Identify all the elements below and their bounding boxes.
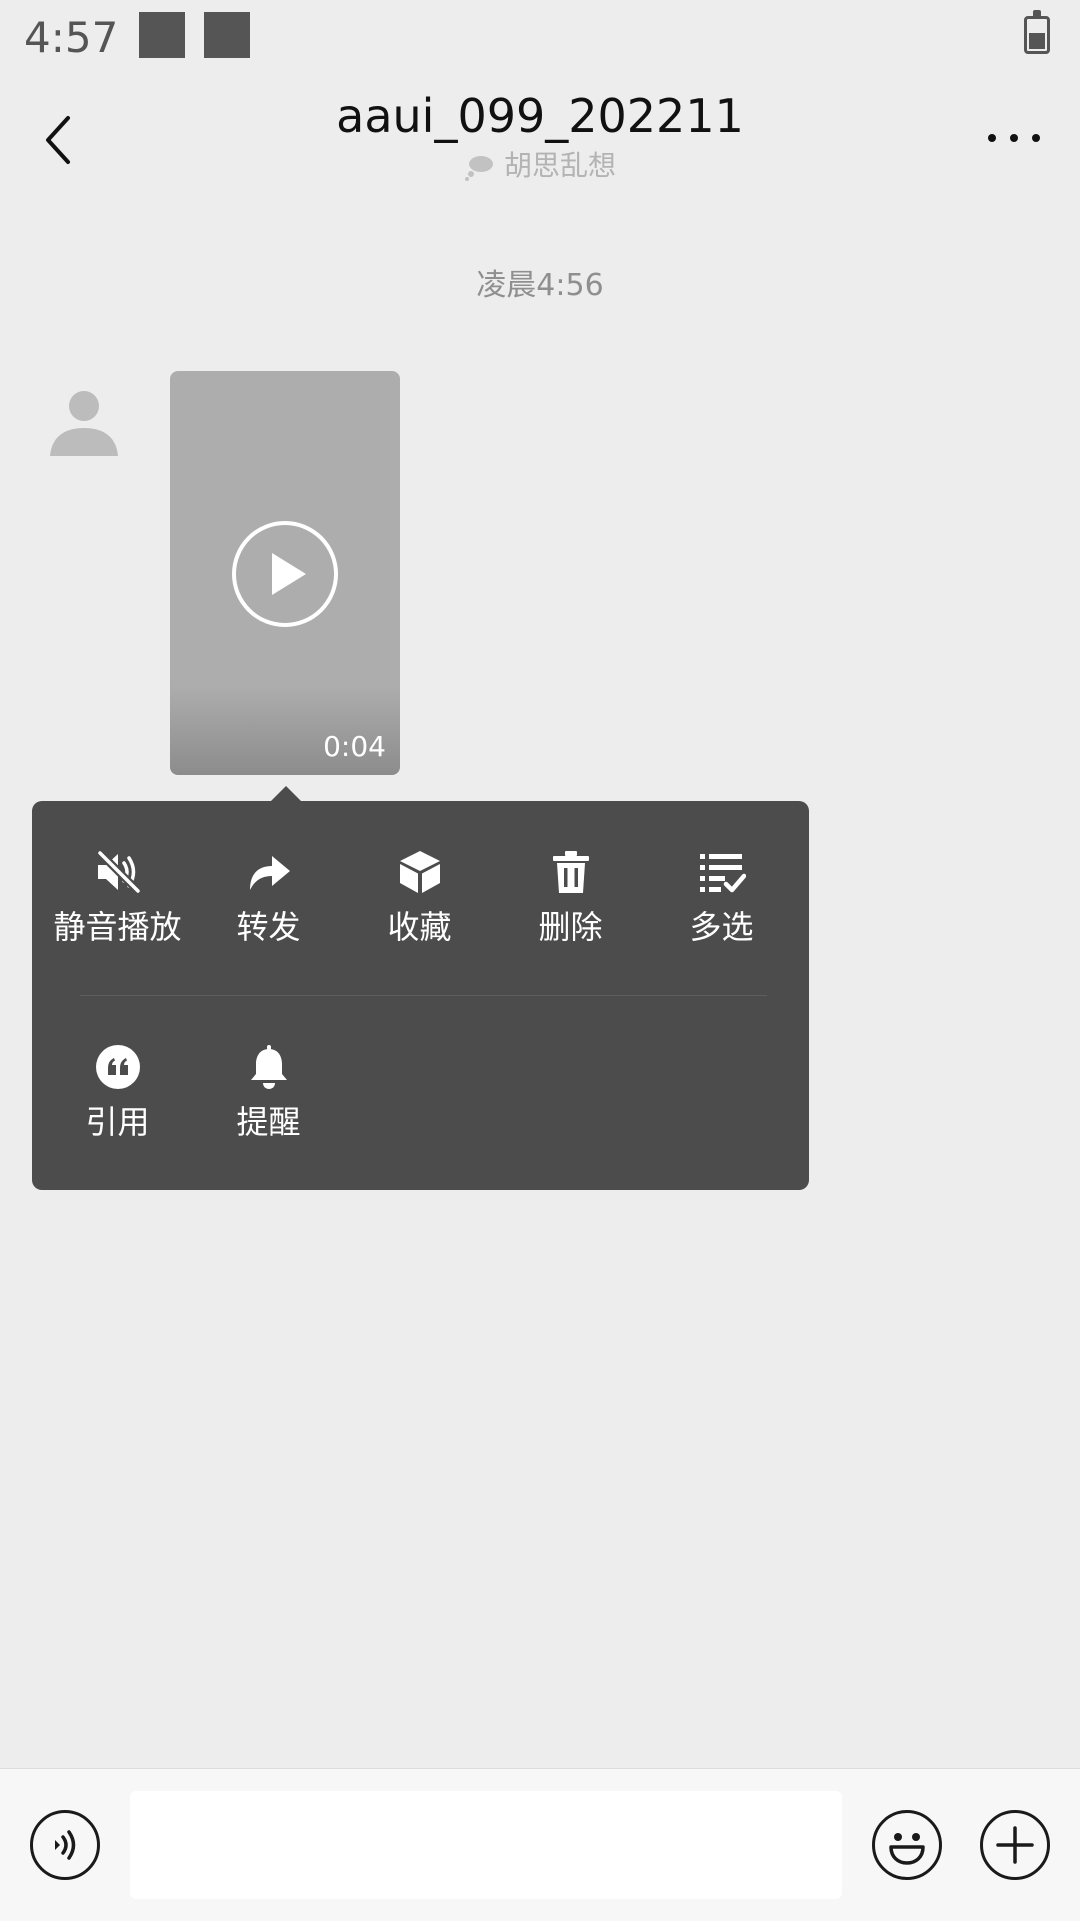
status-time: 4:57: [24, 13, 119, 62]
add-more-button[interactable]: [980, 1810, 1050, 1880]
play-icon: [272, 553, 306, 595]
subtitle-text: 胡思乱想: [503, 149, 616, 182]
multi-select-icon: [699, 854, 746, 893]
favorite-cube-icon: [399, 851, 440, 893]
menu-item-label: 转发: [236, 908, 301, 946]
video-duration: 0:04: [323, 730, 386, 763]
chat-title: aaui_099_202211: [336, 89, 744, 143]
menu-item-forward[interactable]: 转发: [193, 801, 344, 951]
plus-icon: [996, 1826, 1034, 1864]
quote-icon: [95, 1045, 140, 1089]
smiley-icon: [889, 1833, 925, 1865]
menu-pointer: [270, 786, 302, 802]
chevron-left-icon: [46, 116, 70, 164]
trash-icon: [552, 851, 589, 893]
video-message[interactable]: 0:04: [170, 371, 400, 775]
menu-item-remind[interactable]: 提醒: [193, 996, 344, 1146]
menu-item-label: 删除: [538, 908, 603, 946]
bell-icon: [250, 1045, 287, 1089]
message-input[interactable]: [130, 1791, 842, 1899]
menu-item-label: 静音播放: [53, 908, 182, 946]
voice-icon: [55, 1830, 76, 1860]
default-user-icon: [50, 391, 118, 456]
chat-subtitle: 胡思乱想: [240, 148, 840, 184]
mute-speaker-icon: [96, 850, 141, 894]
menu-item-label: 提醒: [236, 1103, 301, 1141]
avatar[interactable]: [44, 380, 124, 460]
menu-item-favorite[interactable]: 收藏: [344, 801, 495, 951]
forward-icon: [249, 856, 290, 890]
battery-icon: [1024, 10, 1050, 54]
message-context-menu: 静音播放 转发 收藏 删除 多选 引用 提醒: [32, 801, 809, 1190]
menu-item-mute-play[interactable]: 静音播放: [42, 801, 193, 951]
message-timestamp: 凌晨4:56: [476, 268, 604, 303]
menu-item-label: 收藏: [387, 908, 452, 946]
more-dots-icon: [988, 134, 1040, 142]
menu-item-multi-select[interactable]: 多选: [646, 801, 797, 951]
emoji-button[interactable]: [872, 1810, 942, 1880]
menu-item-label: 多选: [689, 908, 754, 946]
play-button[interactable]: [232, 521, 338, 627]
menu-item-label: 引用: [85, 1103, 150, 1141]
back-button[interactable]: [28, 100, 88, 180]
menu-item-delete[interactable]: 删除: [495, 801, 646, 951]
thought-bubble-icon: [464, 156, 493, 181]
message-input-bar: [0, 1768, 1080, 1921]
more-options-button[interactable]: [984, 128, 1044, 148]
notification-icon: [139, 12, 185, 58]
menu-item-quote[interactable]: 引用: [42, 996, 193, 1146]
notification-icon: [204, 12, 250, 58]
voice-input-button[interactable]: [30, 1810, 100, 1880]
